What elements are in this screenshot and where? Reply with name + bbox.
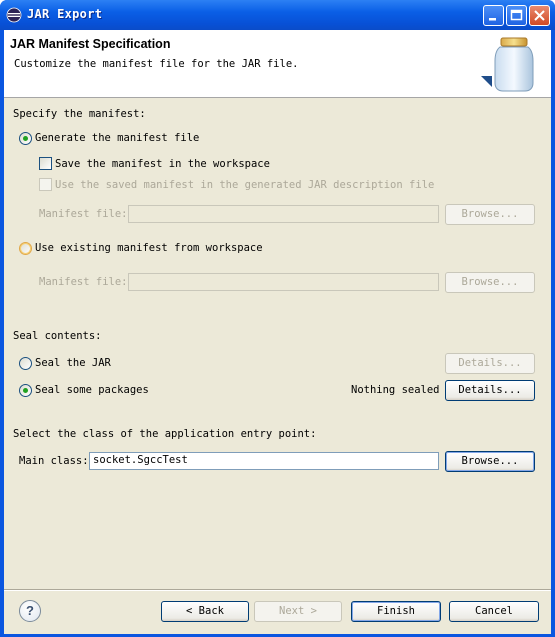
seal-some-packages-label[interactable]: Seal some packages bbox=[35, 384, 149, 396]
footer-separator bbox=[4, 589, 551, 591]
radio-selected-dot bbox=[23, 388, 28, 393]
radio-selected-dot bbox=[23, 136, 28, 141]
manifest-file-field-1 bbox=[128, 205, 439, 223]
seal-status-text: Nothing sealed bbox=[351, 384, 440, 396]
help-icon[interactable]: ? bbox=[19, 600, 41, 622]
browse-manifest-button-2: Browse... bbox=[445, 272, 535, 293]
save-manifest-label[interactable]: Save the manifest in the workspace bbox=[55, 158, 270, 170]
window-title: JAR Export bbox=[27, 7, 103, 21]
minimize-icon bbox=[489, 18, 496, 21]
use-existing-manifest-radio[interactable] bbox=[19, 242, 32, 255]
next-button: Next > bbox=[254, 601, 342, 622]
save-manifest-checkbox[interactable] bbox=[39, 157, 52, 170]
generate-manifest-radio[interactable] bbox=[19, 132, 32, 145]
use-existing-manifest-label[interactable]: Use existing manifest from workspace bbox=[35, 242, 263, 254]
page-description: Customize the manifest file for the JAR … bbox=[14, 58, 299, 70]
generate-manifest-label[interactable]: Generate the manifest file bbox=[35, 132, 199, 144]
seal-jar-label[interactable]: Seal the JAR bbox=[35, 357, 111, 369]
seal-some-packages-radio[interactable] bbox=[19, 384, 32, 397]
jar-icon bbox=[481, 37, 534, 92]
manifest-file-field-2 bbox=[128, 273, 439, 291]
maximize-button[interactable] bbox=[506, 5, 527, 26]
manifest-file-label-1: Manifest file: bbox=[39, 208, 128, 220]
main-class-label: Main class: bbox=[19, 455, 89, 467]
close-button[interactable] bbox=[529, 5, 550, 26]
seal-jar-radio[interactable] bbox=[19, 357, 32, 370]
use-saved-manifest-checkbox bbox=[39, 178, 52, 191]
eclipse-app-icon bbox=[6, 7, 22, 23]
browse-manifest-button-1: Browse... bbox=[445, 204, 535, 225]
use-saved-manifest-label: Use the saved manifest in the generated … bbox=[55, 179, 435, 191]
main-class-input[interactable]: socket.SgccTest bbox=[89, 452, 439, 470]
seal-jar-details-button: Details... bbox=[445, 353, 535, 374]
cancel-button[interactable]: Cancel bbox=[449, 601, 539, 622]
page-title: JAR Manifest Specification bbox=[10, 37, 171, 51]
browse-main-class-button[interactable]: Browse... bbox=[445, 451, 535, 472]
manifest-section-label: Specify the manifest: bbox=[13, 108, 146, 120]
seal-packages-details-button[interactable]: Details... bbox=[445, 380, 535, 401]
maximize-icon bbox=[510, 9, 523, 21]
finish-button[interactable]: Finish bbox=[351, 601, 441, 622]
entry-section-label: Select the class of the application entr… bbox=[13, 428, 317, 440]
back-button[interactable]: < Back bbox=[161, 601, 249, 622]
close-icon bbox=[534, 10, 545, 21]
seal-section-label: Seal contents: bbox=[13, 330, 102, 342]
minimize-button[interactable] bbox=[483, 5, 504, 26]
manifest-file-label-2: Manifest file: bbox=[39, 276, 128, 288]
